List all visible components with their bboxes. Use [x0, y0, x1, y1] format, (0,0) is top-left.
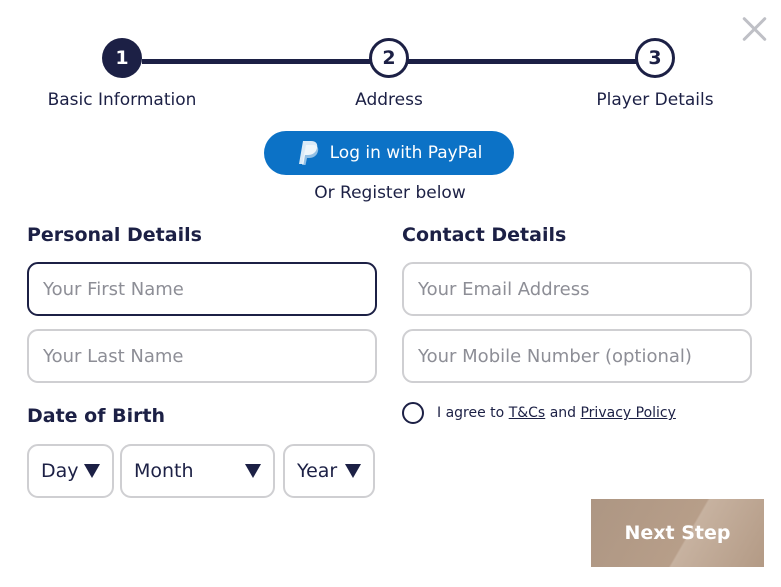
step-1-indicator: 1	[102, 38, 142, 78]
dob-day-select[interactable]: Day	[27, 444, 114, 498]
dob-year-select[interactable]: Year	[283, 444, 375, 498]
dob-month-select[interactable]: Month	[120, 444, 275, 498]
step-3-indicator: 3	[635, 38, 675, 78]
paypal-button-label: Log in with PayPal	[329, 143, 483, 163]
agree-radio[interactable]	[402, 402, 424, 424]
caret-down-icon	[245, 464, 261, 478]
step-3-label: Player Details	[596, 90, 714, 110]
dob-year-value: Year	[297, 460, 338, 482]
first-name-input[interactable]	[27, 262, 377, 316]
mobile-input[interactable]	[402, 329, 752, 383]
agree-and: and	[549, 405, 577, 421]
privacy-policy-link[interactable]: Privacy Policy	[580, 405, 675, 421]
terms-agreement: I agree to T&Cs and Privacy Policy	[402, 402, 676, 424]
next-step-button[interactable]: Next Step	[591, 499, 764, 567]
caret-down-icon	[84, 464, 100, 478]
step-connector	[142, 59, 372, 64]
agree-prefix: I agree to	[437, 405, 505, 421]
step-2-indicator: 2	[369, 38, 409, 78]
date-of-birth-heading: Date of Birth	[27, 405, 166, 427]
paypal-login-button[interactable]: Log in with PayPal	[264, 131, 514, 175]
email-input[interactable]	[402, 262, 752, 316]
contact-details-heading: Contact Details	[402, 224, 567, 246]
caret-down-icon	[345, 464, 361, 478]
paypal-icon	[298, 141, 318, 165]
close-icon[interactable]	[738, 12, 772, 46]
personal-details-heading: Personal Details	[27, 224, 202, 246]
last-name-input[interactable]	[27, 329, 377, 383]
step-connector	[408, 59, 638, 64]
dob-month-value: Month	[134, 460, 194, 482]
terms-link[interactable]: T&Cs	[509, 405, 546, 421]
or-register-text: Or Register below	[314, 183, 466, 203]
step-2-label: Address	[355, 90, 423, 110]
dob-day-value: Day	[41, 460, 79, 482]
step-1-label: Basic Information	[47, 90, 197, 110]
agree-text: I agree to T&Cs and Privacy Policy	[437, 405, 676, 421]
